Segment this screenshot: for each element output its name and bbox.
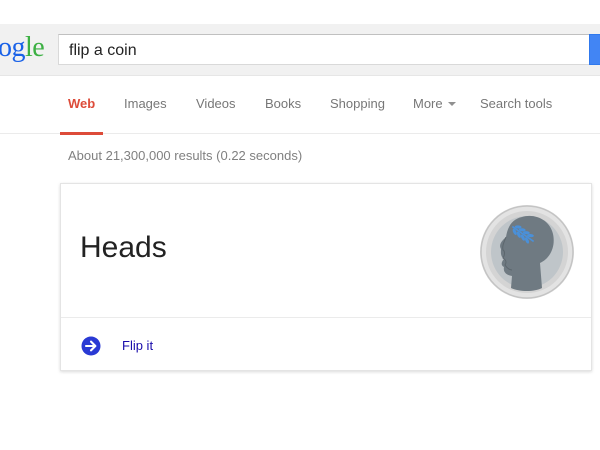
card-divider — [61, 317, 591, 318]
logo-letters-le: le — [25, 32, 45, 63]
search-results-page: ogle Web Images Videos Books Shopping Mo… — [0, 0, 600, 450]
coin-heads-icon — [480, 205, 574, 299]
tab-search-tools[interactable]: Search tools — [480, 96, 552, 134]
flip-it-label: Flip it — [122, 338, 154, 353]
tab-label: Images — [124, 96, 167, 111]
search-box — [58, 34, 598, 65]
tab-label: Books — [265, 96, 302, 111]
tab-label: Web — [68, 96, 96, 111]
tab-images[interactable]: Images — [124, 96, 167, 134]
tab-label: More — [413, 96, 443, 111]
search-input[interactable] — [69, 41, 569, 61]
active-tab-indicator — [60, 132, 104, 135]
search-button[interactable] — [589, 34, 600, 65]
tab-label: Search tools — [480, 96, 553, 111]
logo-letter-o: o — [0, 32, 12, 63]
tab-books[interactable]: Books — [265, 96, 301, 134]
tab-web[interactable]: Web — [60, 96, 104, 135]
coin-flip-card: Heads Flip it — [60, 183, 592, 371]
header-bar: ogle — [0, 24, 600, 76]
flip-it-button[interactable]: Flip it — [81, 334, 281, 356]
tab-videos[interactable]: Videos — [196, 96, 236, 134]
search-tabs: Web Images Videos Books Shopping More Se… — [0, 76, 600, 135]
google-logo[interactable]: ogle — [0, 32, 45, 63]
logo-letter-g: g — [11, 32, 26, 63]
arrow-right-circle-icon — [81, 336, 101, 356]
tab-more[interactable]: More — [413, 96, 456, 134]
tab-label: Videos — [196, 96, 236, 111]
caret-down-icon — [447, 101, 456, 106]
tab-shopping[interactable]: Shopping — [330, 96, 385, 134]
result-stats: About 21,300,000 results (0.22 seconds) — [68, 148, 303, 163]
coin-result-text: Heads — [80, 231, 167, 264]
tab-label: Shopping — [330, 96, 385, 111]
